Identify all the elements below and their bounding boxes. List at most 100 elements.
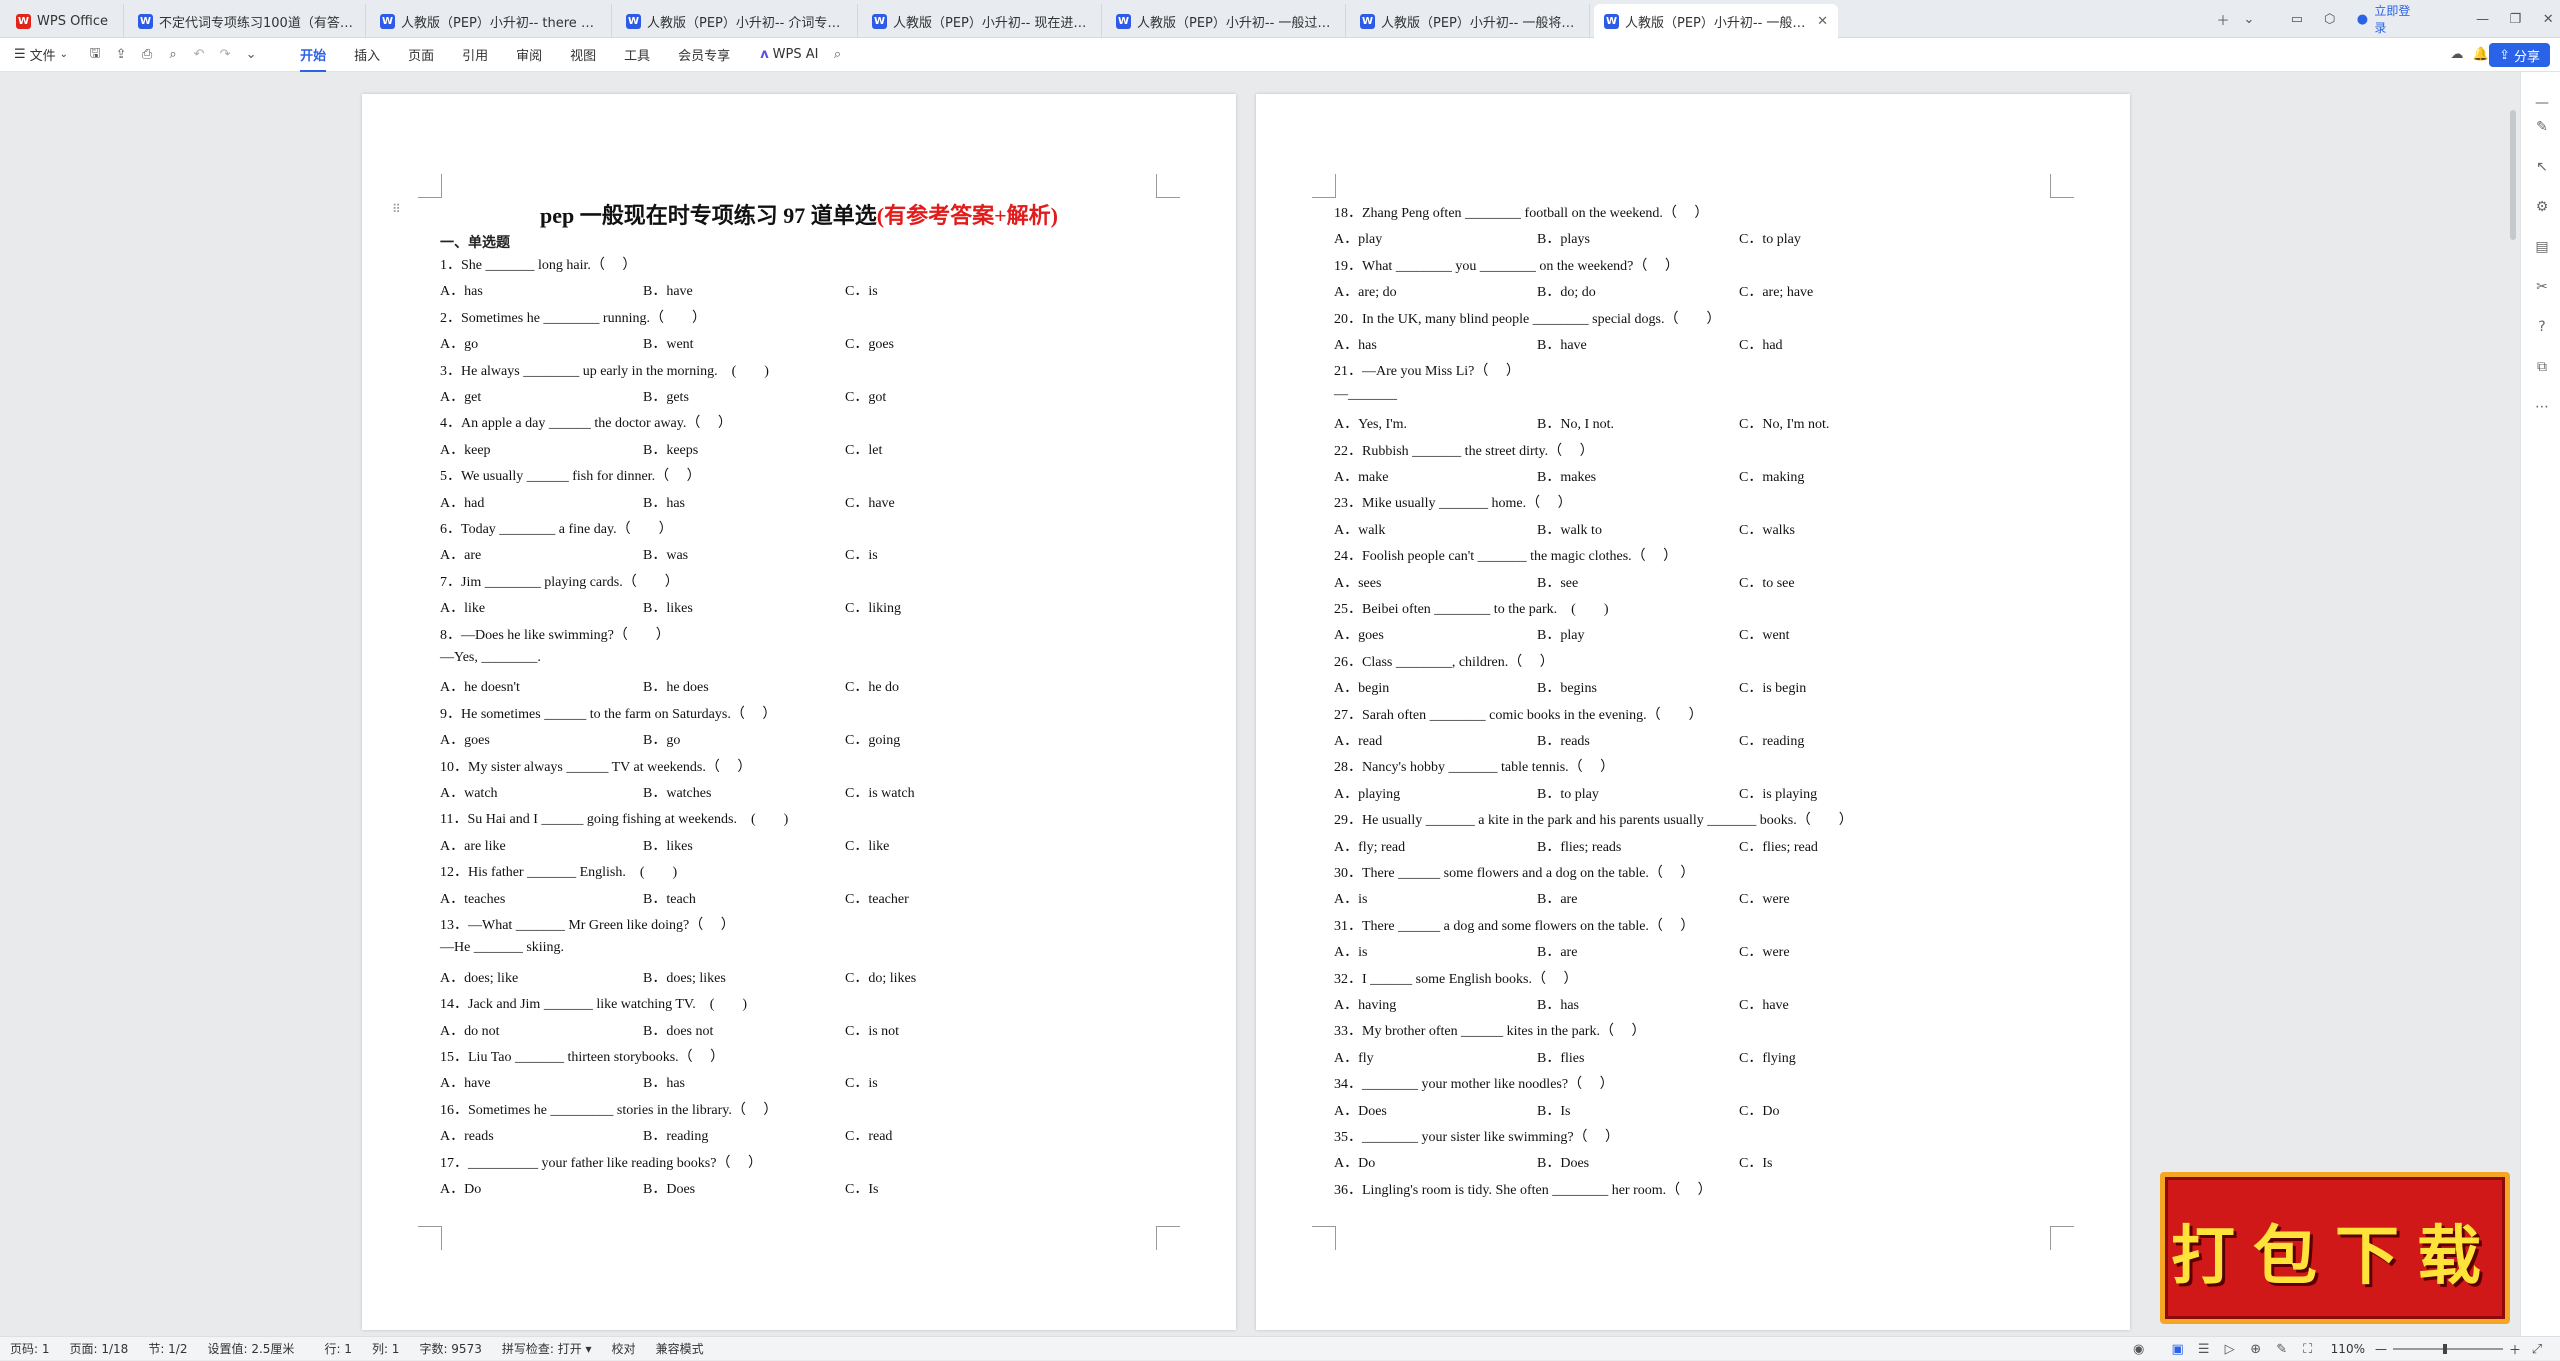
adjust-icon[interactable]: ⚙ [2533,198,2551,216]
download-banner-label: 打包下载 [2171,1219,2499,1294]
status-bar: 页码: 1 页面: 1/18 节: 1/2 设置值: 2.5厘米 行: 1 列:… [0,1336,2560,1360]
minus-icon[interactable]: — [2533,94,2551,112]
answer-option: A．walk [1334,522,1386,538]
print-icon[interactable]: ⎙ [139,47,155,63]
cloud-icon[interactable]: ☁ [2449,47,2465,63]
format-icon[interactable]: ▤ [2533,238,2551,256]
web-view-icon[interactable]: ⊕ [2248,1341,2264,1357]
tab-6[interactable]: W 人教版（PEP）小升初-- 一般将来时专… [1350,4,1590,38]
edit-icon[interactable]: ✎ [2274,1341,2290,1357]
answer-option: A．does; like [440,970,519,986]
question-text: 12．His father _______ English. ( ) [440,865,678,881]
puzzle-icon[interactable]: ⧉ [2533,358,2551,376]
menu-tab-0[interactable]: 开始 [300,45,327,72]
user-icon[interactable]: ● [2356,11,2370,27]
answer-option: B．begins [1537,681,1597,697]
question-text: 3．He always ________ up early in the mor… [440,363,769,379]
answer-option: B．makes [1537,470,1597,485]
close-icon[interactable]: ✕ [2541,11,2555,27]
menu-tab-6[interactable]: 工具 [624,45,650,64]
play-icon[interactable]: ▷ [2222,1341,2238,1357]
fit-icon[interactable]: ⛶ [2300,1341,2316,1357]
minimize-icon[interactable]: — [2476,11,2490,27]
redo-icon[interactable]: ↷ [217,47,233,63]
more-icon[interactable]: ⋯ [2533,398,2551,416]
page-corner-mark [418,1226,442,1250]
document-icon: W [380,13,395,29]
status-row[interactable]: 行: 1 [324,1340,352,1357]
bell-icon[interactable]: 🔔 [2473,47,2489,63]
status-section[interactable]: 节: 1/2 [148,1340,187,1357]
layout-icon[interactable]: ▭ [2290,11,2304,27]
cursor-icon[interactable]: ↖ [2533,158,2551,176]
answer-option: C．read [845,1129,893,1145]
tools-icon[interactable]: ✂ [2533,278,2551,296]
page-corner-mark [1312,174,1336,198]
outline-view-icon[interactable]: ☰ [2196,1341,2212,1357]
tab-3[interactable]: W 人教版（PEP）小升初-- 介词专项练习… [616,4,858,38]
document-page-left[interactable]: ⠿ pep 一般现在时专项练习 97 道单选(有参考答案+解析) 一、单选题 1… [362,94,1236,1330]
answer-option: A．he doesn't [440,680,520,696]
search-icon[interactable]: ⌕ [829,47,845,63]
tab-7[interactable]: W 人教版（PEP）小升初-- 一般… ✕ [1594,4,1838,38]
menu-tab-3[interactable]: 引用 [462,45,488,64]
new-tab-icon[interactable]: ＋ [2215,11,2231,29]
answer-option: A．goes [1334,628,1384,644]
restore-icon[interactable]: ❐ [2508,11,2522,27]
status-col[interactable]: 列: 1 [372,1340,400,1357]
print-preview-icon[interactable]: ⌕ [165,47,181,63]
status-page-number[interactable]: 页码: 1 [10,1340,50,1357]
status-word-count[interactable]: 字数: 9573 [419,1340,481,1357]
save-icon[interactable]: 🖫 [87,46,103,63]
share-button[interactable]: ⇪ 分享 [2489,43,2550,67]
tab-1[interactable]: W 不定代词专项练习100道（有答案和解… [128,4,366,38]
eye-icon[interactable]: ◉ [2131,1341,2147,1357]
undo-icon[interactable]: ↶ [191,47,207,63]
tab-4[interactable]: W 人教版（PEP）小升初-- 现在进行时专… [862,4,1102,38]
box-icon[interactable]: ⬡ [2323,11,2337,27]
document-icon: W [1116,13,1131,29]
page-view-icon[interactable]: ▣ [2170,1341,2186,1357]
status-spell-check[interactable]: 拼写检查: 打开 ▾ [502,1340,592,1357]
close-tab-icon[interactable]: ✕ [1817,14,1828,29]
pen-icon[interactable]: ✎ [2533,118,2551,136]
wps-ai-button[interactable]: ᴧ WPS AI [760,47,818,62]
fullscreen-icon[interactable]: ⤢ [2529,1341,2545,1357]
menu-tab-7[interactable]: 会员专享 [678,45,730,64]
answer-option: B．play [1537,628,1585,644]
answer-option: C．Is [1739,1156,1773,1172]
question-text: 33．My brother often ______ kites in the … [1334,1024,1646,1040]
vertical-scrollbar[interactable] [2510,110,2516,240]
menu-tab-5[interactable]: 视图 [570,45,596,64]
zoom-slider[interactable] [2392,1344,2503,1354]
download-package-banner[interactable]: 打包下载 [2160,1172,2510,1324]
question-text: 5．We usually ______ fish for dinner.（ ） [440,469,701,485]
zoom-out-icon[interactable]: — [2375,1342,2387,1356]
status-pages[interactable]: 页面: 1/18 [70,1340,129,1357]
zoom-slider-thumb[interactable] [2442,1344,2447,1354]
menu-tab-4[interactable]: 审阅 [516,45,542,64]
status-proof[interactable]: 校对 [612,1340,636,1357]
answer-option: C．to play [1739,232,1801,248]
document-page-right[interactable]: 18．Zhang Peng often ________ football on… [1256,94,2130,1330]
export-icon[interactable]: ⇪ [113,47,129,63]
status-setting[interactable]: 设置值: 2.5厘米 [207,1340,294,1357]
login-link[interactable]: 立即登录 [2374,2,2415,36]
answer-option: A．having [1334,998,1397,1013]
tab-2[interactable]: W 人教版（PEP）小升初-- there be句… [370,4,612,38]
chevron-down-icon[interactable]: ⌄ [2241,11,2257,27]
tab-5[interactable]: W 人教版（PEP）小升初-- 一般过去时专… [1106,4,1346,38]
question-text: 36．Lingling's room is tidy. She often __… [1334,1182,1712,1198]
menu-tab-2[interactable]: 页面 [408,45,434,64]
question-text: 35．________ your sister like swimming?（ … [1334,1130,1620,1145]
help-icon[interactable]: ? [2533,318,2551,336]
menu-tab-1[interactable]: 插入 [354,45,380,64]
answer-option: A．go [440,337,479,353]
zoom-level[interactable]: 110% [2331,1342,2365,1356]
question-text: 1．She _______ long hair.（ ） [440,258,637,273]
answer-option: C．were [1739,892,1790,908]
more-icon[interactable]: ⌄ [243,47,259,63]
file-menu[interactable]: ☰ 文件 ⌄ [14,45,68,64]
tab-0[interactable]: W WPS Office [6,4,124,38]
zoom-in-icon[interactable]: ＋ [2509,1341,2521,1358]
